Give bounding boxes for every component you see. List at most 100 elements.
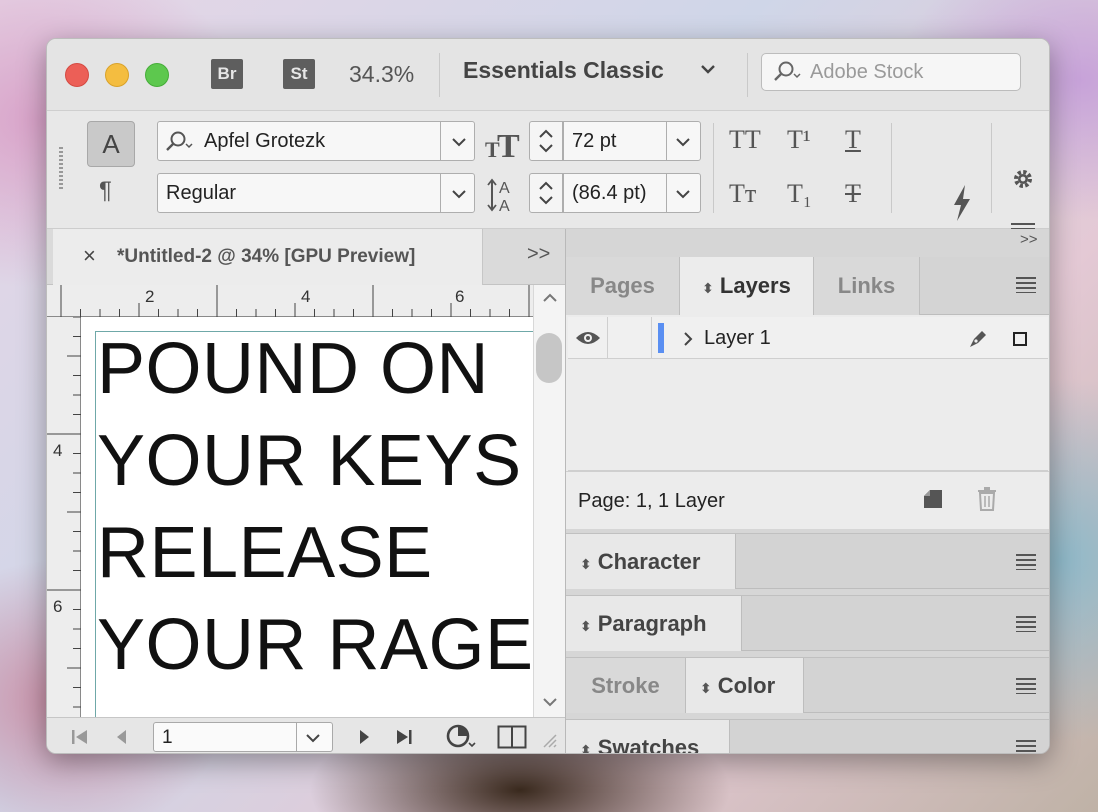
layers-list-empty-area[interactable]: [568, 361, 1048, 471]
horizontal-ruler[interactable]: 2 4 6: [47, 285, 533, 317]
underline-button[interactable]: T: [845, 125, 861, 155]
chevron-down-icon[interactable]: [450, 186, 468, 202]
leading-stepper[interactable]: [529, 173, 563, 213]
collapse-panels-icon[interactable]: >>: [1020, 231, 1038, 248]
headline-line: RELEASE: [97, 513, 433, 593]
divider: [747, 53, 748, 97]
selection-square-icon[interactable]: [1012, 331, 1028, 347]
panel-dock: >> Pages ⬍ Layers Links Layer 1 Page: 1,…: [565, 229, 1049, 754]
tab-paragraph[interactable]: ⬍ Paragraph: [566, 596, 742, 651]
vertical-ruler[interactable]: 4 6: [47, 317, 81, 717]
tab-swatches-label: Swatches: [597, 735, 700, 754]
font-style-field[interactable]: Regular: [157, 173, 475, 213]
more-documents-icon[interactable]: >>: [527, 243, 550, 266]
gear-icon[interactable]: [1011, 167, 1035, 191]
title-bar: Br St 34.3% Essentials Classic: [47, 39, 1049, 111]
tab-arrows-icon: ⬍: [580, 556, 592, 572]
superscript-button[interactable]: T¹: [787, 125, 811, 155]
close-icon[interactable]: ×: [83, 243, 96, 269]
scrollbar-thumb[interactable]: [536, 333, 562, 383]
panel-menu-icon[interactable]: [1016, 678, 1036, 694]
divider: [666, 122, 667, 160]
layer-color-chip: [658, 323, 664, 353]
chevron-down-icon[interactable]: [674, 134, 692, 150]
divider: [991, 123, 992, 213]
ruler-ticks: [47, 317, 81, 708]
tab-arrows-icon: ⬍: [580, 742, 592, 754]
page-number-field[interactable]: 1: [153, 722, 333, 752]
all-caps-button[interactable]: TT: [729, 125, 761, 155]
document-canvas[interactable]: POUND ON YOUR KEYS RELEASE YOUR RAGE: [81, 317, 533, 717]
search-icon: [774, 61, 801, 81]
split-view-icon[interactable]: [497, 725, 527, 749]
lightning-icon[interactable]: [949, 183, 975, 223]
tab-character-label: Character: [597, 549, 701, 574]
stroke-color-panel: Stroke ⬍ Color: [566, 657, 1049, 713]
panel-menu-icon[interactable]: [1016, 740, 1036, 753]
font-size-field[interactable]: 72 pt: [563, 121, 701, 161]
small-caps-button[interactable]: Tт: [729, 179, 756, 209]
font-size-icon: T T: [485, 128, 520, 161]
divider: [440, 174, 441, 212]
preflight-icon[interactable]: [445, 723, 479, 751]
chevron-down-icon[interactable]: [450, 134, 468, 150]
leading-value: (86.4 pt): [572, 182, 647, 204]
stock-button[interactable]: St: [283, 59, 315, 89]
search-input[interactable]: [810, 58, 1010, 86]
previous-page-icon[interactable]: [111, 726, 133, 748]
layer-row[interactable]: Layer 1: [568, 317, 1048, 359]
zoom-level[interactable]: 34.3%: [349, 61, 414, 88]
panel-grip[interactable]: [59, 147, 63, 191]
maximize-window-button[interactable]: [145, 63, 169, 87]
scroll-down-icon[interactable]: [540, 695, 560, 709]
trash-icon[interactable]: [976, 486, 998, 512]
divider: [296, 723, 297, 751]
paragraph-mode-button[interactable]: ¶: [99, 177, 112, 205]
adobe-stock-search[interactable]: [761, 53, 1021, 91]
document-tab-bar: × *Untitled-2 @ 34% [GPU Preview] >>: [47, 229, 565, 285]
tab-swatches[interactable]: ⬍ Swatches: [566, 720, 730, 754]
bridge-button[interactable]: Br: [211, 59, 243, 89]
first-page-icon[interactable]: [69, 726, 91, 748]
next-page-icon[interactable]: [353, 726, 375, 748]
tab-pages[interactable]: Pages: [566, 257, 680, 315]
tab-color[interactable]: ⬍ Color: [686, 658, 804, 713]
text-frame[interactable]: POUND ON YOUR KEYS RELEASE YOUR RAGE: [97, 323, 533, 691]
subscript-button[interactable]: T₁: [787, 179, 812, 209]
font-size-value: 72 pt: [572, 130, 617, 152]
close-window-button[interactable]: [65, 63, 89, 87]
chevron-right-icon[interactable]: [682, 331, 694, 347]
eye-icon: [576, 332, 600, 344]
resize-grip-icon[interactable]: [541, 732, 557, 748]
panel-menu-icon[interactable]: [1016, 616, 1036, 632]
panel-menu-icon[interactable]: [1016, 554, 1036, 570]
workspace-switcher[interactable]: Essentials Classic: [463, 57, 664, 84]
menu-lines: [1016, 740, 1036, 753]
svg-text:T: T: [497, 128, 520, 161]
strikethrough-button[interactable]: T: [845, 179, 861, 209]
tab-layers[interactable]: ⬍ Layers: [680, 257, 814, 315]
leading-field[interactable]: (86.4 pt): [563, 173, 701, 213]
tab-arrows-icon: ⬍: [702, 280, 714, 296]
chevron-down-icon[interactable]: [674, 186, 692, 202]
divider: [891, 123, 892, 213]
new-layer-icon[interactable]: [922, 488, 944, 510]
visibility-toggle[interactable]: [568, 317, 608, 359]
scroll-up-icon[interactable]: [540, 291, 560, 305]
font-style-value: Regular: [166, 182, 237, 204]
lock-toggle[interactable]: [608, 317, 652, 359]
character-mode-button[interactable]: A: [87, 121, 135, 167]
document-tab[interactable]: × *Untitled-2 @ 34% [GPU Preview]: [53, 229, 483, 285]
vertical-scrollbar[interactable]: [533, 285, 565, 717]
tab-links[interactable]: Links: [814, 257, 920, 315]
panel-menu-icon[interactable]: [1016, 277, 1036, 293]
font-size-stepper[interactable]: [529, 121, 563, 161]
last-page-icon[interactable]: [393, 726, 415, 748]
divider: [713, 123, 714, 213]
chevron-down-icon[interactable]: [699, 59, 717, 79]
font-family-field[interactable]: Apfel Grotezk: [157, 121, 475, 161]
chevron-down-icon[interactable]: [304, 730, 322, 746]
minimize-window-button[interactable]: [105, 63, 129, 87]
tab-character[interactable]: ⬍ Character: [566, 534, 736, 589]
tab-stroke[interactable]: Stroke: [566, 658, 686, 713]
